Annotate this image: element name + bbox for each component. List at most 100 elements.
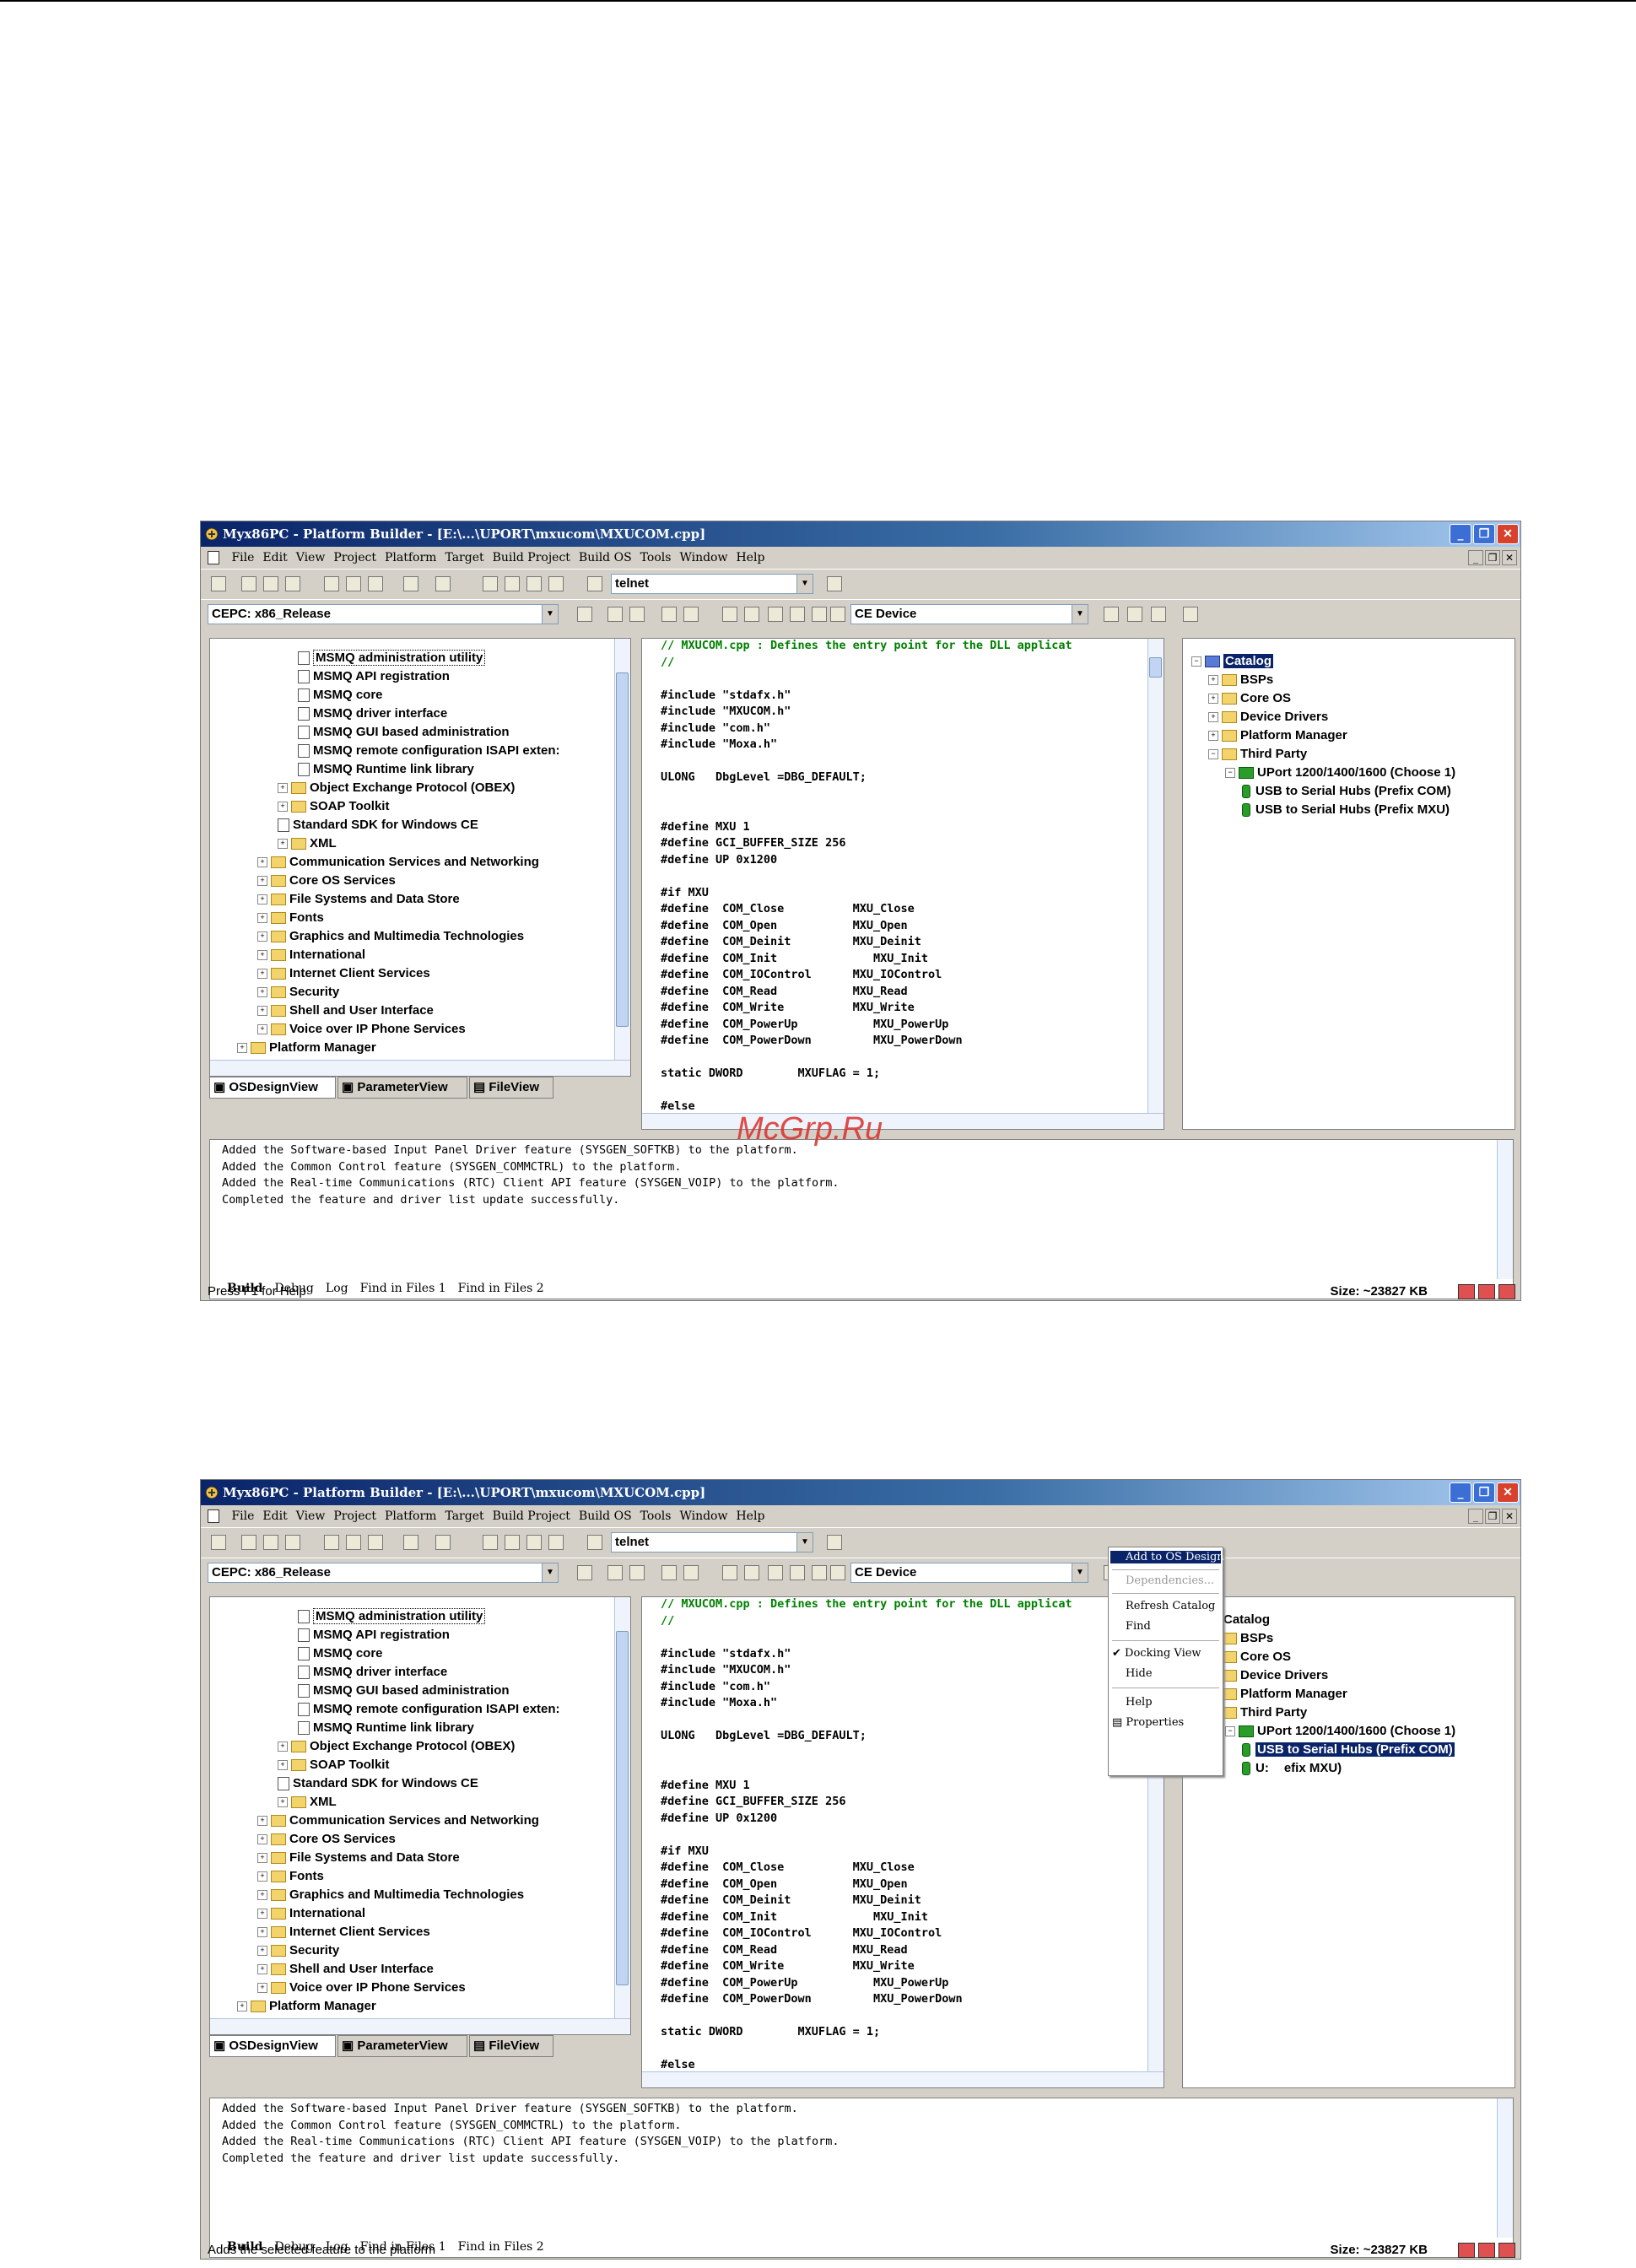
menu-platform[interactable]: Platform [385,1505,436,1527]
tree-item[interactable]: + Object Exchange Protocol (OBEX) [278,1737,515,1756]
save-all-icon[interactable] [285,1535,300,1550]
refresh-icon[interactable] [790,607,805,622]
close-button[interactable]: ✕ [1497,524,1519,544]
forward-icon[interactable] [744,607,759,622]
tree-item[interactable]: MSMQ driver interface [298,705,447,723]
expand-icon[interactable]: + [257,876,267,887]
build-icon[interactable] [577,1565,592,1580]
horizontal-scrollbar[interactable] [210,2018,630,2034]
menu-view[interactable]: View [296,547,326,569]
catalog-item[interactable]: USB to Serial Hubs (Prefix COM) [1242,1741,1455,1759]
menu-dependencies[interactable]: Dependencies... [1126,1574,1214,1587]
workspace-icon[interactable] [483,576,498,591]
menu-window[interactable]: Window [679,547,727,569]
chevron-down-icon[interactable]: ▼ [1072,1563,1088,1582]
tree-item[interactable]: + Graphics and Multimedia Technologies [257,1886,524,1904]
expand-icon[interactable]: + [257,894,267,905]
restore-button[interactable]: ❐ [1473,524,1495,544]
tab-fileview[interactable]: ▤ FileView [469,2035,553,2057]
tree-item[interactable]: + Fonts [257,909,324,927]
back-icon[interactable] [722,607,737,622]
refresh-icon[interactable] [790,1565,805,1580]
window-icon[interactable] [526,576,542,591]
tab-parameterview[interactable]: ▣ ParameterView [337,1077,467,1099]
open-icon[interactable] [241,576,256,591]
tree-item[interactable]: MSMQ administration utility [298,649,486,667]
code-editor[interactable]: // MXUCOM.cpp : Defines the entry point … [641,1596,1164,2088]
new-icon[interactable] [211,1535,226,1550]
tree-item[interactable]: + File Systems and Data Store [257,1849,460,1867]
menu-edit[interactable]: Edit [262,547,287,569]
menu-view[interactable]: View [296,1505,326,1527]
vertical-scrollbar[interactable] [614,1597,630,2034]
scroll-thumb[interactable] [616,672,629,1027]
menu-build-project[interactable]: Build Project [493,1505,570,1527]
tree-item[interactable]: + International [257,946,365,964]
output-icon[interactable] [505,576,520,591]
chevron-down-icon[interactable]: ▼ [542,1563,558,1582]
tree-item[interactable]: + Shell and User Interface [257,1002,434,1020]
b-icon[interactable] [629,1565,645,1580]
tree-item[interactable]: MSMQ API registration [298,667,450,686]
menu-add-to-os-design[interactable]: Add to OS Design [1110,1551,1224,1563]
expand-icon[interactable]: − [1191,656,1201,667]
code-editor[interactable]: // MXUCOM.cpp : Defines the entry point … [641,638,1164,1130]
tree-item[interactable]: + SOAP Toolkit [278,797,389,816]
catalog-item[interactable]: + Core OS [1208,689,1291,708]
expand-icon[interactable]: + [278,802,288,813]
vertical-scrollbar[interactable] [614,639,630,1076]
menu-target[interactable]: Target [445,1505,483,1527]
catalog-item[interactable]: − Third Party [1208,745,1307,764]
tree-item[interactable]: MSMQ core [298,686,383,705]
tree-item[interactable]: + Platform Manager [237,1997,376,2016]
save-icon[interactable] [263,1535,278,1550]
chevron-down-icon[interactable]: ▼ [542,605,558,624]
expand-icon[interactable]: + [278,783,288,794]
catalog-item[interactable]: +Device Drivers [1208,1666,1328,1685]
menu-properties[interactable]: ▤ Properties [1112,1716,1184,1729]
device-combo[interactable]: CE Device ▼ [850,1563,1088,1583]
tree-item[interactable]: + Core OS Services [257,1830,396,1849]
tree-item[interactable]: + File Systems and Data Store [257,890,460,909]
expand-icon[interactable]: + [1208,675,1218,686]
find-combo[interactable]: telnet ▼ [611,1532,813,1552]
doc-restore-button[interactable]: ❐ [1485,1509,1500,1524]
scroll-thumb[interactable] [1149,657,1162,678]
minimize-button[interactable]: _ [1450,524,1471,544]
doc-restore-button[interactable]: ❐ [1485,550,1500,565]
catalog-item[interactable]: + Platform Manager [1208,726,1347,745]
tab-osdesignview[interactable]: ▣ OSDesignView [209,2035,336,2057]
tree-item[interactable]: Standard SDK for Windows CE [278,816,478,834]
tree-item[interactable]: + Internet Client Services [257,1923,430,1941]
find-combo[interactable]: telnet ▼ [611,574,813,594]
restore-button[interactable]: ❐ [1473,1482,1495,1503]
tree-item[interactable]: MSMQ GUI based administration [298,723,510,742]
expand-icon[interactable]: − [1208,749,1218,760]
vertical-scrollbar[interactable] [1497,1140,1513,1279]
expand-icon[interactable]: + [278,1760,288,1771]
menu-tools[interactable]: Tools [640,1505,672,1527]
stop-icon[interactable] [768,1565,783,1580]
catalog-item[interactable]: USB to Serial Hubs (Prefix COM) [1242,782,1451,801]
target-icon[interactable] [830,1565,845,1580]
a-icon[interactable] [607,1565,623,1580]
menu-tools[interactable]: Tools [640,547,672,569]
menu-project[interactable]: Project [333,1505,376,1527]
expand-icon[interactable]: + [257,1006,267,1017]
menu-refresh-catalog[interactable]: Refresh Catalog [1126,1600,1215,1612]
copy-icon[interactable] [346,576,361,591]
cut-icon[interactable] [324,576,339,591]
expand-icon[interactable]: + [257,1946,267,1957]
tree-item[interactable]: MSMQ Runtime link library [298,1719,474,1737]
catalog-item[interactable]: +Device Drivers [1208,708,1328,726]
minimize-button[interactable]: _ [1450,1482,1471,1503]
redo-icon[interactable] [435,576,451,591]
doc-close-button[interactable]: ✕ [1502,1509,1517,1524]
expand-icon[interactable]: + [237,2001,247,2012]
tree-item[interactable]: + SOAP Toolkit [278,1756,389,1774]
list-icon[interactable] [548,1535,564,1550]
catalog-item[interactable]: − UPort 1200/1400/1600 (Choose 1) [1225,1722,1455,1741]
configuration-combo[interactable]: CEPC: x86_Release ▼ [208,1563,559,1583]
menu-build-os[interactable]: Build OS [579,547,632,569]
back-icon[interactable] [722,1565,737,1580]
